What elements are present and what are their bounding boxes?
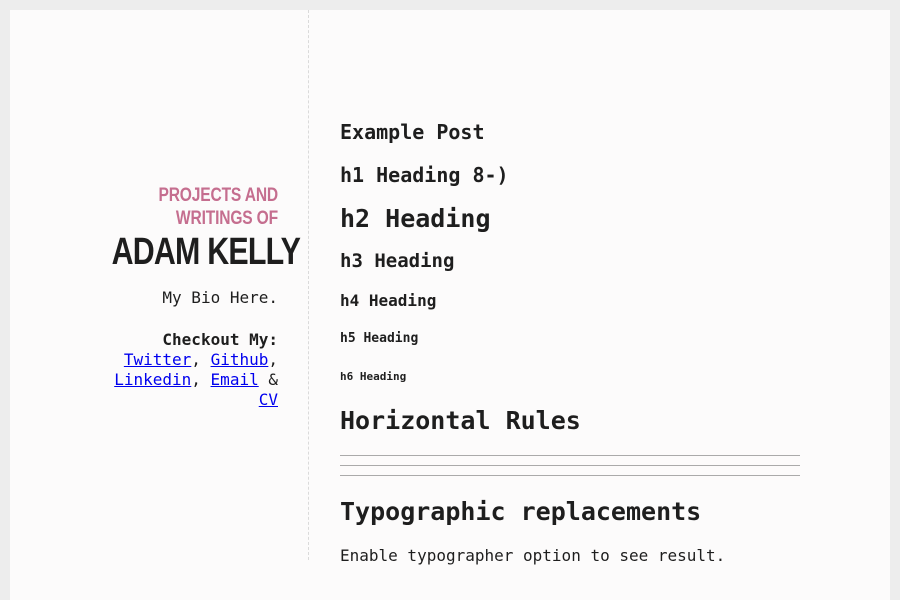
- post-content: Example Post h1 Heading 8-) h2 Heading h…: [340, 118, 800, 583]
- social-links: Checkout My: Twitter, Github, Linkedin, …: [70, 330, 278, 410]
- heading-h2: h2 Heading: [340, 204, 491, 233]
- horizontal-rule: [340, 455, 800, 456]
- post-title: Example Post: [340, 120, 485, 144]
- horizontal-rule: [340, 465, 800, 466]
- heading-h3: h3 Heading: [340, 250, 455, 272]
- email-link[interactable]: Email: [211, 370, 259, 389]
- heading-h5: h5 Heading: [340, 331, 419, 346]
- heading-h1: h1 Heading 8-): [340, 163, 509, 187]
- twitter-link[interactable]: Twitter: [124, 350, 191, 369]
- column-divider: [308, 10, 309, 560]
- github-link[interactable]: Github: [211, 350, 269, 369]
- typographic-replacements-heading: Typographic replacements: [340, 497, 702, 526]
- heading-h6: h6 Heading: [340, 370, 407, 383]
- site-subtitle-line2: Writings of: [175, 208, 278, 229]
- horizontal-rule: [340, 475, 800, 476]
- site-author-name: Adam Kelly: [111, 231, 301, 273]
- typographic-paragraph: Enable typographer option to see result.: [340, 546, 726, 565]
- sidebar: Projects and Writings of Adam Kelly My B…: [70, 184, 301, 410]
- site-subtitle-line1: Projects and: [158, 185, 278, 206]
- heading-h4: h4 Heading: [340, 291, 437, 310]
- linkedin-link[interactable]: Linkedin: [114, 370, 191, 389]
- page-card: Projects and Writings of Adam Kelly My B…: [10, 10, 890, 600]
- cv-link[interactable]: CV: [259, 390, 278, 409]
- horizontal-rules: [340, 455, 800, 476]
- ampersand: &: [268, 370, 278, 389]
- checkout-title: Checkout My:: [162, 330, 278, 349]
- horizontal-rules-heading: Horizontal Rules: [340, 406, 581, 435]
- site-subtitle: Projects and Writings of: [107, 184, 278, 230]
- bio-text: My Bio Here.: [162, 288, 278, 307]
